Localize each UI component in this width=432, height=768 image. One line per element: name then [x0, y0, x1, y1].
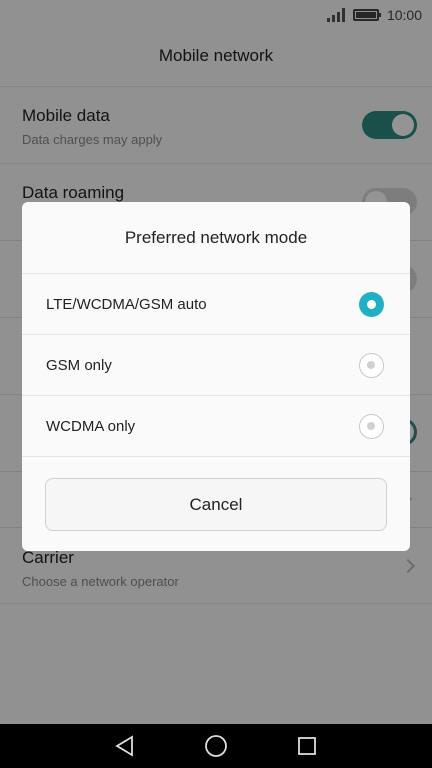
option-label: WCDMA only — [46, 417, 136, 435]
dialog-actions: Cancel — [22, 457, 410, 551]
option-gsm-only[interactable]: GSM only — [22, 335, 410, 396]
preferred-network-mode-dialog: Preferred network mode LTE/WCDMA/GSM aut… — [22, 202, 410, 551]
recents-icon — [297, 737, 316, 755]
option-lte-wcdma-gsm-auto[interactable]: LTE/WCDMA/GSM auto — [22, 274, 410, 335]
radio-unselected-icon[interactable] — [359, 352, 384, 378]
option-wcdma-only[interactable]: WCDMA only — [22, 396, 410, 457]
home-button[interactable] — [196, 724, 236, 768]
radio-selected-icon[interactable] — [359, 291, 384, 317]
option-label: LTE/WCDMA/GSM auto — [46, 295, 207, 313]
dialog-title: Preferred network mode — [22, 202, 410, 274]
home-icon — [205, 735, 227, 757]
radio-unselected-icon[interactable] — [359, 413, 384, 439]
cancel-button[interactable]: Cancel — [45, 478, 387, 531]
recents-button[interactable] — [287, 724, 327, 768]
back-icon — [115, 735, 134, 757]
back-button[interactable] — [105, 724, 145, 768]
option-label: GSM only — [46, 356, 112, 374]
navigation-bar — [0, 724, 432, 768]
